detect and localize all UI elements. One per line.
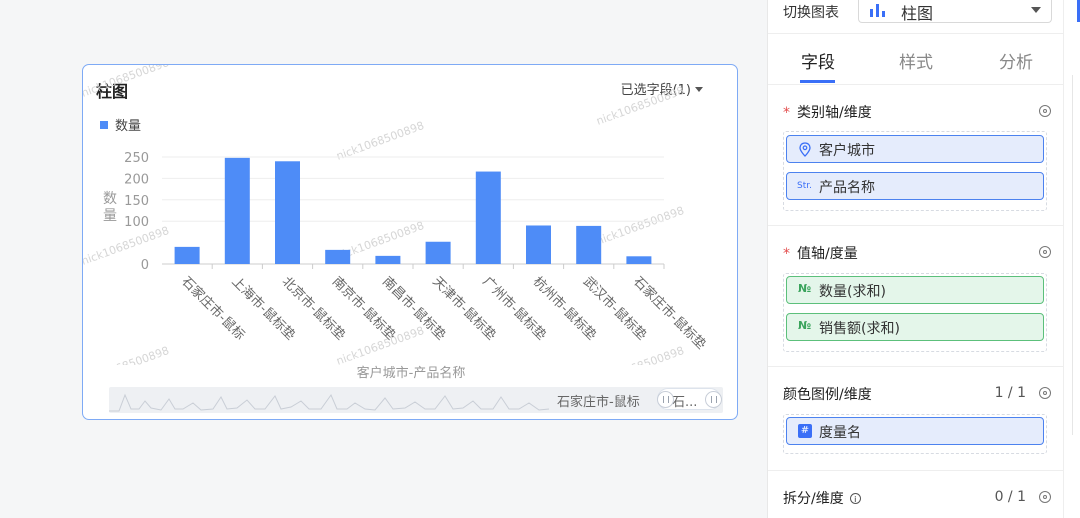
split-settings-icon[interactable] xyxy=(1039,491,1051,503)
right-edge-strip xyxy=(1063,0,1080,518)
divider xyxy=(768,366,1064,367)
bar-chart: nick1068500898 nick1068500898 nick10685008… xyxy=(83,65,709,365)
split-count: 0 / 1 xyxy=(994,489,1026,505)
value-axis-label: 值轴/度量 xyxy=(797,246,858,262)
switch-chart-label: 切换图表 xyxy=(783,5,839,21)
required-mark: * xyxy=(783,105,790,121)
info-icon[interactable]: i xyxy=(849,493,861,504)
y-tick-label: 0 xyxy=(141,258,149,273)
value-axis-dropzone[interactable]: № 数量(求和) № 销售额(求和) xyxy=(783,273,1047,352)
bar xyxy=(325,249,351,264)
slider-left-handle[interactable] xyxy=(657,391,674,408)
category-axis-settings-icon[interactable] xyxy=(1039,105,1051,117)
field-label: 度量名 xyxy=(819,425,861,441)
category-axis-dropzone[interactable]: 客户城市 Str. 产品名称 xyxy=(783,131,1047,211)
field-label: 销售额(求和) xyxy=(819,321,900,337)
hash-icon: # xyxy=(798,424,812,438)
bar xyxy=(275,161,300,264)
bar xyxy=(224,157,250,264)
y-tick-label: 150 xyxy=(124,194,149,209)
divider xyxy=(768,225,1064,226)
y-tick-label: 250 xyxy=(124,151,149,166)
chart-type-value: 柱图 xyxy=(901,4,934,23)
bar xyxy=(425,241,451,264)
category-axis-label: 类别轴/维度 xyxy=(797,105,872,121)
value-axis-title: * 值轴/度量 xyxy=(783,243,858,263)
split-title: 拆分/维度 i xyxy=(783,488,861,508)
range-slider[interactable]: 石家庄市-鼠标 石... xyxy=(109,387,723,413)
value-axis-settings-icon[interactable] xyxy=(1039,246,1051,258)
chart-card[interactable]: 柱图 已选字段(1) 数量 nick1068500898 nick10685008… xyxy=(82,64,738,420)
color-legend-dropzone[interactable]: # 度量名 xyxy=(783,414,1047,454)
switch-chart-row: 切换图表 柱图 xyxy=(768,0,1064,34)
location-pin-icon xyxy=(799,142,811,157)
bar xyxy=(174,246,200,264)
field-label: 产品名称 xyxy=(819,180,875,196)
color-legend-count: 1 / 1 xyxy=(994,385,1026,401)
y-axis-title: 数量 xyxy=(103,191,117,224)
watermark-text: nick1068500898 xyxy=(83,65,171,100)
split-label: 拆分/维度 xyxy=(783,491,844,507)
measure-type-icon: № xyxy=(798,319,812,332)
tab-style[interactable]: 样式 xyxy=(899,48,933,73)
field-label: 客户城市 xyxy=(819,143,875,159)
field-pill-product-name[interactable]: Str. 产品名称 xyxy=(786,172,1044,200)
watermark-text: nick1068500898 xyxy=(595,204,686,248)
field-pill-measure-name[interactable]: # 度量名 xyxy=(786,417,1044,445)
x-axis-title: 客户城市-产品名称 xyxy=(356,366,466,381)
color-legend-title: 颜色图例/维度 xyxy=(783,387,872,403)
bar-chart-icon xyxy=(870,4,885,17)
bar xyxy=(576,225,602,264)
panel-tabs: 字段 样式 分析 xyxy=(768,34,1064,85)
bar xyxy=(526,225,551,264)
field-pill-customer-city[interactable]: 客户城市 xyxy=(786,135,1044,163)
slider-end-label: 石... xyxy=(672,395,698,410)
y-tick-label: 100 xyxy=(124,215,149,230)
watermark-text: nick1068500898 xyxy=(335,119,426,163)
tab-analysis[interactable]: 分析 xyxy=(999,48,1033,73)
slider-right-handle[interactable] xyxy=(705,391,722,408)
bar xyxy=(475,171,501,264)
tab-fields[interactable]: 字段 xyxy=(801,48,835,73)
active-tab-indicator xyxy=(800,80,835,83)
x-tick-label: 石家庄市-鼠标垫 xyxy=(630,274,709,353)
chart-type-select[interactable]: 柱图 xyxy=(858,0,1052,23)
config-panel: 切换图表 柱图 字段 样式 分析 * 类别轴/维度 客户城市 Str. 产品名称… xyxy=(767,0,1064,518)
measure-type-icon: № xyxy=(798,282,812,295)
divider xyxy=(768,470,1064,471)
field-label: 数量(求和) xyxy=(819,284,886,300)
bar xyxy=(626,256,652,264)
watermark-text: nick1068500898 xyxy=(83,224,171,268)
string-type-icon: Str. xyxy=(797,181,812,191)
color-legend-settings-icon[interactable] xyxy=(1039,387,1051,399)
watermark-text: nick1068500898 xyxy=(595,84,686,128)
field-pill-sales-sum[interactable]: № 销售额(求和) xyxy=(786,313,1044,341)
caret-down-icon xyxy=(1031,7,1041,13)
y-tick-label: 200 xyxy=(124,172,149,187)
category-axis-title: * 类别轴/维度 xyxy=(783,102,872,122)
slider-start-label: 石家庄市-鼠标 xyxy=(557,395,640,410)
bar xyxy=(375,255,401,264)
field-pill-quantity-sum[interactable]: № 数量(求和) xyxy=(786,276,1044,304)
divider xyxy=(1072,75,1073,435)
required-mark: * xyxy=(783,246,790,262)
